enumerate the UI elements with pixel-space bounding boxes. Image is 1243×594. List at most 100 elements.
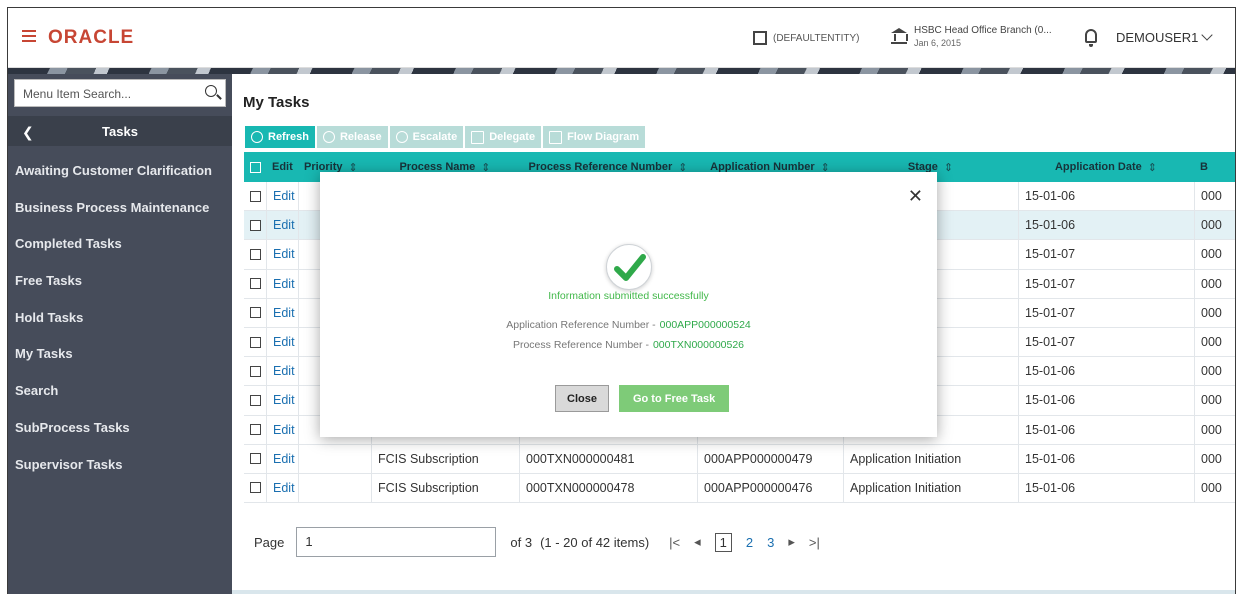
b-cell: 000 [1194, 182, 1235, 211]
prev-page-icon[interactable]: ◂ [694, 534, 701, 550]
delegate-button[interactable]: Delegate [464, 125, 543, 149]
delegate-icon [471, 130, 485, 144]
top-header: ORACLE (DEFAULTENTITY) HSBC Head Office … [8, 8, 1235, 68]
release-label: Release [339, 131, 382, 143]
edit-link[interactable]: Edit [266, 415, 298, 444]
process-reference-cell: 000TXN000000481 [519, 444, 697, 473]
row-checkbox[interactable] [244, 240, 266, 268]
success-check-icon [606, 244, 652, 290]
application-date-cell: 15-01-07 [1018, 240, 1194, 269]
b-cell: 000 [1194, 473, 1235, 503]
row-checkbox[interactable] [244, 211, 266, 239]
menu-search-input[interactable]: Menu Item Search... [14, 79, 226, 107]
success-message: Information submitted successfully [548, 290, 709, 302]
edit-link[interactable]: Edit [266, 211, 298, 240]
row-checkbox[interactable] [244, 357, 266, 385]
b-cell: 000 [1194, 327, 1235, 357]
search-icon[interactable] [205, 85, 217, 97]
branch-selector[interactable]: HSBC Head Office Branch (0... Jan 6, 201… [891, 25, 1052, 49]
row-checkbox[interactable] [244, 328, 266, 356]
row-checkbox[interactable] [244, 445, 266, 473]
sidebar-item-free-tasks[interactable]: Free Tasks [8, 262, 232, 299]
hamburger-menu-icon[interactable] [22, 30, 36, 42]
app-ref-value: 000APP000000524 [659, 319, 751, 331]
bell-icon[interactable] [1085, 29, 1097, 47]
last-page-icon[interactable]: >| [809, 535, 820, 550]
release-icon [322, 131, 335, 143]
sidebar-item-search[interactable]: Search [8, 372, 232, 409]
entity-selector[interactable]: (DEFAULTENTITY) [753, 31, 859, 45]
release-button[interactable]: Release [315, 125, 389, 149]
edit-link[interactable]: Edit [266, 182, 298, 211]
page-number-input[interactable]: 1 [296, 527, 497, 557]
application-number-cell: 000APP000000479 [697, 444, 843, 473]
application-number-cell: 000APP000000476 [697, 473, 843, 503]
row-checkbox[interactable] [244, 270, 266, 298]
application-date-cell: 15-01-06 [1018, 357, 1194, 386]
checkbox-icon [249, 219, 261, 231]
table-row[interactable]: Edit FCIS Subscription 000TXN000000478 000A… [244, 473, 1235, 504]
page-link-2[interactable]: 2 [746, 535, 753, 550]
b-cell: 000 [1194, 211, 1235, 240]
proc-ref-label: Process Reference Number - [512, 339, 649, 351]
sidebar-item-hold-tasks[interactable]: Hold Tasks [8, 299, 232, 336]
edit-link[interactable]: Edit [266, 473, 298, 503]
branch-date: Jan 6, 2015 [914, 38, 962, 48]
sidebar-item-business-process-maintenance[interactable]: Business Process Maintenance [8, 189, 232, 226]
entity-icon [753, 31, 767, 45]
application-date-cell: 15-01-06 [1018, 386, 1194, 415]
page-link-3[interactable]: 3 [767, 535, 774, 550]
escalate-button[interactable]: Escalate [388, 125, 465, 149]
task-toolbar: Refresh Release Escalate Delegate Flow D… [244, 125, 647, 149]
sidebar-item-subprocess-tasks[interactable]: SubProcess Tasks [8, 409, 232, 446]
checkbox-icon [249, 190, 261, 202]
table-row[interactable]: Edit FCIS Subscription 000TXN000000481 000A… [244, 444, 1235, 474]
first-page-icon[interactable]: |< [669, 535, 680, 550]
pagination: Page 1 of 3 (1 - 20 of 42 items) |< ◂ 1 … [254, 527, 820, 557]
refresh-button[interactable]: Refresh [244, 125, 316, 149]
edit-link[interactable]: Edit [266, 327, 298, 357]
user-menu[interactable]: DEMOUSER1 [1116, 29, 1214, 45]
sidebar-item-completed-tasks[interactable]: Completed Tasks [8, 225, 232, 262]
sidebar-header: ❮ Tasks [8, 116, 232, 146]
row-checkbox[interactable] [244, 182, 266, 210]
page-link-1[interactable]: 1 [714, 532, 732, 552]
checkbox-icon [249, 278, 261, 290]
sidebar: Menu Item Search... ❮ Tasks Awaiting Cus… [8, 74, 232, 594]
flow-diagram-icon [549, 130, 563, 144]
application-date-cell: 15-01-07 [1018, 327, 1194, 357]
sort-icon: ⇕ [1147, 161, 1157, 174]
sidebar-item-my-tasks[interactable]: My Tasks [8, 335, 232, 372]
flow-diagram-button[interactable]: Flow Diagram [542, 125, 647, 149]
edit-link[interactable]: Edit [266, 269, 298, 298]
b-cell: 000 [1194, 386, 1235, 415]
col-application-date[interactable]: Application Date ⇕ [1018, 152, 1194, 182]
row-checkbox[interactable] [244, 474, 266, 502]
edit-link[interactable]: Edit [266, 298, 298, 327]
search-placeholder: Menu Item Search... [23, 87, 132, 101]
edit-link[interactable]: Edit [266, 357, 298, 386]
go-to-free-task-button[interactable]: Go to Free Task [618, 385, 730, 412]
col-edit: Edit [272, 161, 293, 173]
row-checkbox[interactable] [244, 386, 266, 414]
next-page-icon[interactable]: ▸ [788, 534, 795, 550]
sidebar-list: Awaiting Customer Clarification Business… [8, 152, 232, 482]
sidebar-item-supervisor-tasks[interactable]: Supervisor Tasks [8, 446, 232, 483]
checkbox-icon [249, 248, 261, 260]
application-date-cell: 15-01-06 [1018, 182, 1194, 211]
process-name-cell: FCIS Subscription [371, 444, 519, 473]
edit-link[interactable]: Edit [266, 240, 298, 269]
edit-link[interactable]: Edit [266, 386, 298, 415]
row-checkbox[interactable] [244, 416, 266, 444]
row-checkbox[interactable] [244, 299, 266, 327]
checkbox-icon [249, 365, 261, 377]
page-title: My Tasks [243, 94, 310, 111]
escalate-icon [395, 131, 408, 143]
close-button[interactable]: Close [555, 385, 609, 412]
close-icon[interactable]: ✕ [908, 186, 923, 207]
sidebar-item-awaiting-customer-clarification[interactable]: Awaiting Customer Clarification [8, 152, 232, 189]
select-all-checkbox[interactable] [244, 152, 266, 182]
dialog-buttons: Close Go to Free Task [555, 385, 730, 412]
edit-link[interactable]: Edit [266, 444, 298, 473]
b-cell: 000 [1194, 240, 1235, 269]
